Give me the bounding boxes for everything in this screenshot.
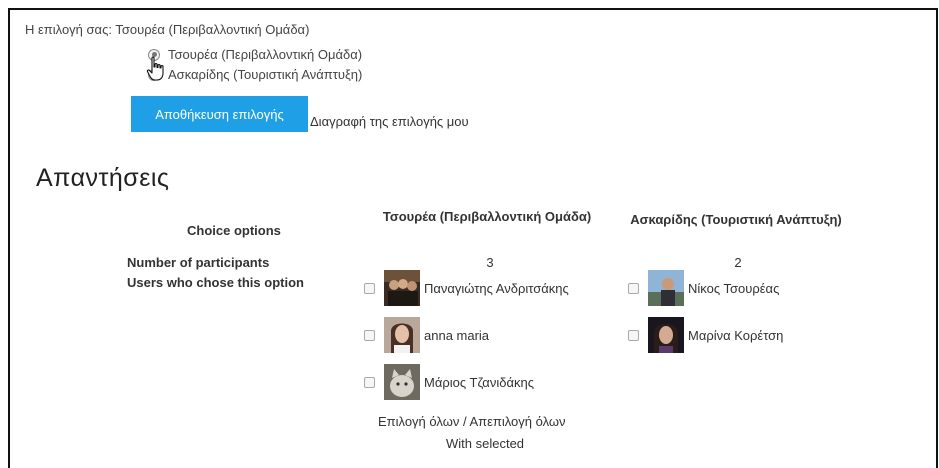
user-checkbox[interactable] <box>364 376 375 388</box>
participant-count-tsourea: 3 <box>486 255 494 270</box>
participants-label: Number of participants <box>127 255 270 270</box>
option-tsourea-label: Τσουρέα (Περιβαλλοντική Ομάδα) <box>168 47 363 62</box>
avatar <box>384 270 420 306</box>
responses-heading: Απαντήσεις <box>36 164 170 192</box>
with-selected-label: With selected <box>446 436 525 451</box>
delete-choice-link[interactable]: Διαγραφή της επιλογής μου <box>310 114 469 129</box>
option-tsourea[interactable]: Τσουρέα (Περιβαλλοντική Ομάδα) <box>148 47 362 62</box>
avatar <box>648 270 684 306</box>
user-name[interactable]: Μάριος Τζανιδάκης <box>424 375 534 390</box>
user-row: Μαρίνα Κορέτση <box>628 317 783 353</box>
save-choice-button[interactable]: Αποθήκευση επιλογής <box>131 96 308 132</box>
choice-options-label: Choice options <box>187 223 281 238</box>
avatar <box>384 364 420 400</box>
your-choice-text: Η επιλογή σας: Τσουρέα (Περιβαλλοντική Ο… <box>25 22 310 37</box>
user-row: Παναγιώτης Ανδριτσάκης <box>364 270 569 306</box>
column-header-askaridis: Ασκαρίδης (Τουριστική Ανάπτυξη) <box>630 212 842 227</box>
user-name[interactable]: Μαρίνα Κορέτση <box>688 328 783 343</box>
user-name[interactable]: Νίκος Τσουρέας <box>688 281 779 296</box>
select-all-link[interactable]: Επιλογή όλων / Απεπιλογή όλων <box>378 414 566 429</box>
user-row: Μάριος Τζανιδάκης <box>364 364 534 400</box>
avatar <box>384 317 420 353</box>
option-askaridis[interactable]: Ασκαρίδης (Τουριστική Ανάπτυξη) <box>148 67 362 82</box>
option-askaridis-label: Ασκαρίδης (Τουριστική Ανάπτυξη) <box>168 67 363 82</box>
hand-cursor-icon <box>146 56 164 81</box>
user-checkbox[interactable] <box>628 282 639 294</box>
participant-count-askaridis: 2 <box>734 255 742 270</box>
user-checkbox[interactable] <box>364 282 375 294</box>
user-name[interactable]: Παναγιώτης Ανδριτσάκης <box>424 281 569 296</box>
avatar <box>648 317 684 353</box>
user-row: anna maria <box>364 317 489 353</box>
user-checkbox[interactable] <box>364 329 375 341</box>
user-name[interactable]: anna maria <box>424 328 489 343</box>
user-row: Νίκος Τσουρέας <box>628 270 779 306</box>
user-checkbox[interactable] <box>628 329 639 341</box>
users-label: Users who chose this option <box>127 275 304 290</box>
column-header-tsourea: Τσουρέα (Περιβαλλοντική Ομάδα) <box>382 209 592 224</box>
